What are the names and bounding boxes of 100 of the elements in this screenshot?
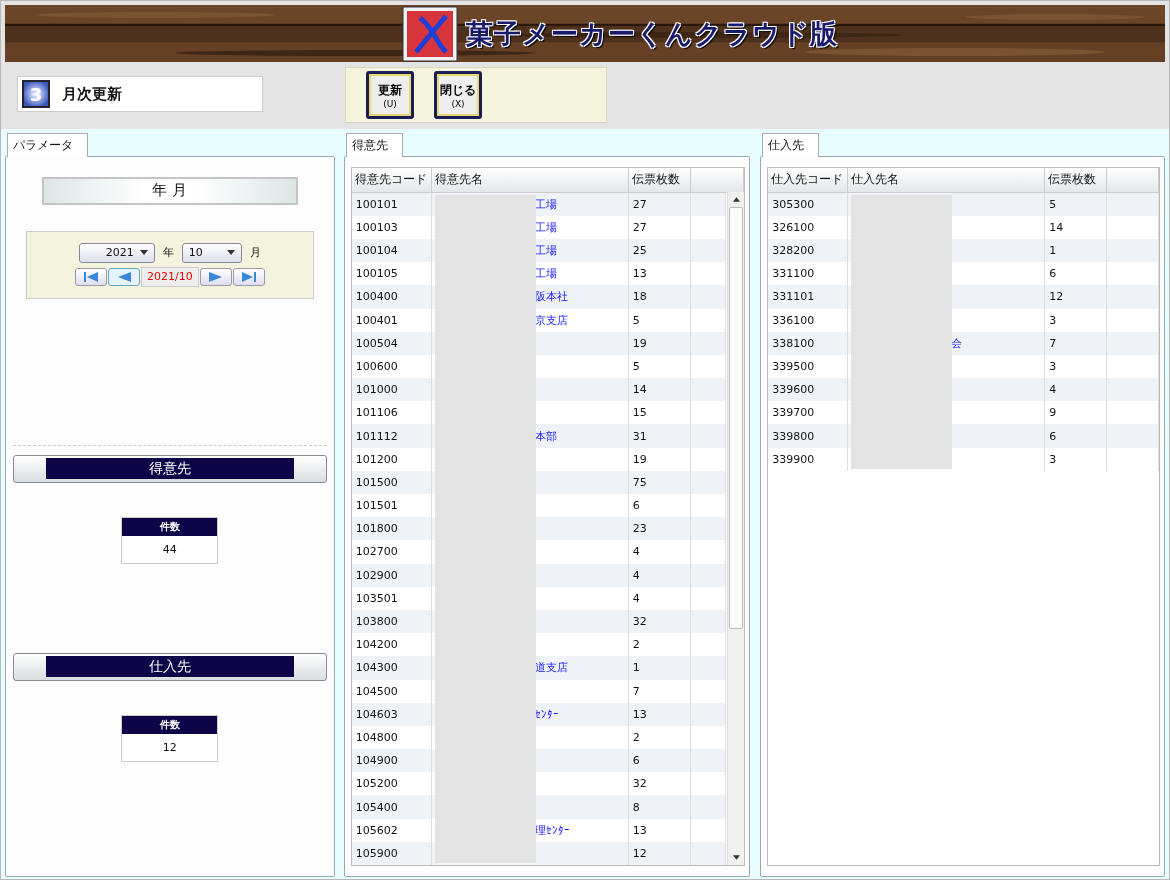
table-cell: 7	[1045, 331, 1108, 355]
caret-icon	[139, 250, 148, 256]
table-cell: 工場	[534, 243, 557, 259]
scrollbar[interactable]	[727, 191, 745, 865]
table-cell: 8	[628, 795, 691, 819]
table-cell: 12	[1045, 285, 1108, 309]
table-cell: 12	[628, 841, 691, 865]
table-cell: 道支店	[534, 660, 568, 676]
tab[interactable]: 得意先	[345, 132, 403, 157]
table-cell: 101800	[351, 517, 432, 541]
table-cell: 100401	[351, 308, 432, 332]
table-cell: 5	[628, 308, 691, 332]
table-cell: 3	[1045, 308, 1108, 332]
table-cell: 京支店	[534, 312, 568, 328]
toolbar-button[interactable]: 閉じる (X)	[434, 71, 482, 120]
table-cell: 3	[1045, 447, 1108, 471]
table-cell: 75	[628, 470, 691, 494]
table-cell: 5	[1045, 192, 1108, 216]
table-cell: 104603	[351, 702, 432, 726]
table-cell: 331101	[768, 285, 849, 309]
scroll-down-icon	[732, 855, 740, 860]
unit-label: 月	[249, 245, 261, 261]
toolbar-button[interactable]: 更新 (U)	[366, 71, 414, 120]
table-cell: 101200	[351, 447, 432, 471]
table-cell: 27	[628, 215, 691, 239]
table-cell: 100400	[351, 285, 432, 309]
table-cell: 31	[628, 424, 691, 448]
table-cell: 工場	[534, 266, 557, 282]
column-header[interactable]: 仕入先コード	[768, 167, 849, 192]
table-cell: 100103	[351, 215, 432, 239]
table-cell: 339900	[768, 447, 849, 471]
table-cell: 103800	[351, 609, 432, 634]
table-cell: 4	[628, 563, 691, 587]
screen-title: 月次更新	[62, 84, 122, 104]
table-cell: 102700	[351, 540, 432, 564]
table-cell: 102900	[351, 563, 432, 587]
previous-button[interactable]	[107, 267, 140, 286]
table-cell: 14	[628, 378, 691, 402]
table-cell: 338100	[768, 331, 849, 355]
table-cell: 104900	[351, 749, 432, 773]
next-button[interactable]	[199, 267, 232, 286]
last-button[interactable]	[232, 267, 265, 286]
table-cell: 105400	[351, 795, 432, 819]
tab[interactable]: 仕入先	[762, 132, 820, 157]
table-cell: 25	[628, 238, 691, 263]
table-cell: 会	[951, 335, 963, 351]
badge-icon: 3	[22, 80, 50, 109]
table-cell: 4	[628, 540, 691, 564]
table-cell: 305300	[768, 192, 849, 216]
first-button[interactable]	[74, 267, 107, 286]
table-cell: 101500	[351, 470, 432, 494]
column-header[interactable]: 伝票枚数	[1045, 167, 1108, 192]
table-cell: 13	[628, 702, 691, 726]
count-label: 件数	[122, 517, 218, 536]
table-cell: 4	[1045, 378, 1108, 402]
table-cell: 339600	[768, 378, 849, 402]
section-title: 仕入先	[45, 656, 294, 678]
table-cell: 本部	[534, 428, 557, 444]
column-header[interactable]: 仕入先名	[848, 167, 1046, 192]
skip-to-start-icon	[82, 270, 99, 283]
column-header[interactable]: 得意先名	[431, 167, 629, 192]
table-cell: 7	[628, 679, 691, 703]
table-cell: 100504	[351, 331, 432, 355]
table-cell: 1	[1045, 238, 1108, 263]
table-cell: 339800	[768, 424, 849, 448]
table-cell: 理ｾﾝﾀｰ	[534, 822, 570, 838]
table-cell: 105602	[351, 818, 432, 842]
tab[interactable]: パラメータ	[7, 132, 88, 157]
table-cell: 工場	[534, 196, 557, 212]
table-cell: 103501	[351, 586, 432, 610]
table-cell: 336100	[768, 308, 849, 332]
caret-icon	[226, 250, 235, 256]
column-header[interactable]: 得意先コード	[351, 167, 432, 192]
table-cell: 32	[628, 609, 691, 634]
app-title: 菓子メーカーくんクラウド版	[466, 16, 838, 51]
table-cell: 27	[628, 192, 691, 216]
table-cell: 阪本社	[534, 289, 568, 305]
section-heading: 年 月	[41, 176, 298, 205]
table-cell: 14	[1045, 215, 1108, 239]
table-cell: 18	[628, 285, 691, 309]
table-cell: 13	[628, 818, 691, 842]
right-triangle-icon	[207, 270, 224, 283]
year-dropdown[interactable]: 2021	[78, 242, 155, 263]
table-cell: 6	[628, 749, 691, 773]
section-title: 得意先	[45, 458, 294, 480]
table-cell: 101000	[351, 378, 432, 402]
table-cell: 328200	[768, 238, 849, 263]
count-label: 件数	[122, 715, 218, 734]
skip-to-end-icon	[240, 270, 257, 283]
table-cell: 6	[1045, 424, 1108, 448]
month-dropdown[interactable]: 10	[181, 242, 242, 263]
column-header[interactable]: 伝票枚数	[628, 167, 691, 192]
scroll-up-icon	[732, 196, 740, 202]
table-cell: 100104	[351, 238, 432, 263]
table-cell: 100101	[351, 192, 432, 216]
table-cell: 23	[628, 517, 691, 541]
table-cell: 1	[628, 656, 691, 680]
period-display: 2021/10	[140, 266, 199, 287]
table-cell: 19	[628, 331, 691, 355]
table-cell: 105900	[351, 841, 432, 865]
